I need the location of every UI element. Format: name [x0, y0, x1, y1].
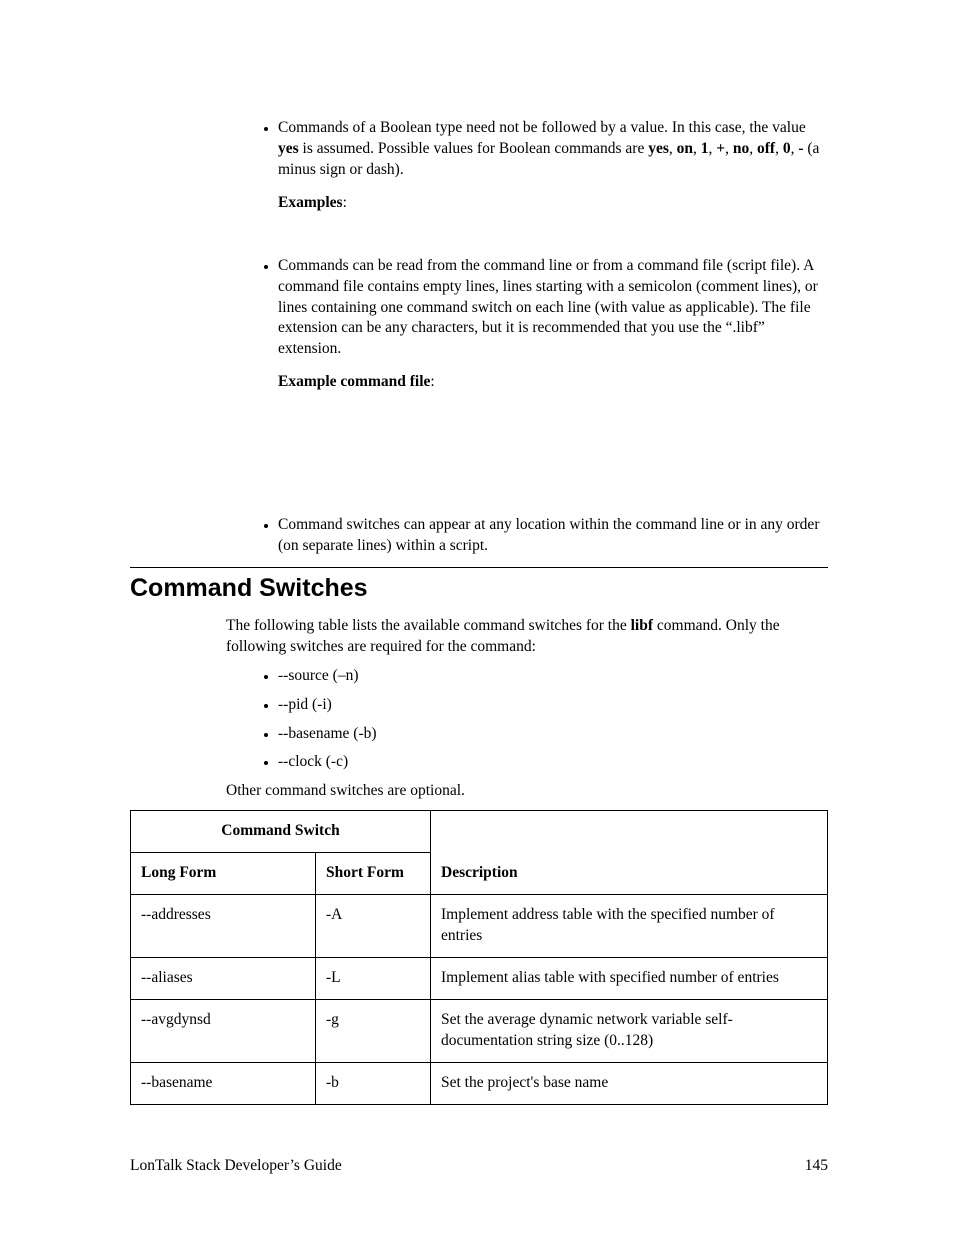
list-item: --source (–n) [278, 666, 828, 687]
text: , [725, 140, 733, 157]
cell-short: -L [316, 957, 431, 999]
text: 0 [783, 140, 791, 157]
top-bullet-list: Commands of a Boolean type need not be f… [130, 118, 828, 214]
page-footer: LonTalk Stack Developer’s Guide 145 [130, 1156, 828, 1177]
text: --clock (-c) [278, 753, 348, 770]
table-header-long: Long Form [131, 853, 316, 895]
spacer [130, 399, 828, 515]
table-row: --basename -b Set the project's base nam… [131, 1062, 828, 1104]
list-item: --basename (-b) [278, 724, 828, 745]
table-header-group: Command Switch [131, 811, 431, 853]
text: The following table lists the available … [226, 617, 631, 634]
text: on [677, 140, 693, 157]
cell-desc: Set the average dynamic network variable… [431, 999, 828, 1062]
text: , [775, 140, 783, 157]
cell-long: --basename [131, 1062, 316, 1104]
bullet-switch-order: Command switches can appear at any locat… [278, 515, 828, 557]
text: --basename (-b) [278, 725, 377, 742]
text: , [693, 140, 701, 157]
command-switch-table: Command Switch Description Long Form Sho… [130, 810, 828, 1104]
required-switch-list: --source (–n) --pid (-i) --basename (-b)… [130, 666, 828, 774]
text: off [757, 140, 775, 157]
list-item: --clock (-c) [278, 752, 828, 773]
examples-label: Examples [278, 194, 343, 211]
text: is assumed. Possible values for Boolean … [299, 140, 649, 157]
cell-desc: Implement alias table with specified num… [431, 957, 828, 999]
table-header-description: Description [431, 811, 828, 895]
cell-short: -g [316, 999, 431, 1062]
text: yes [278, 140, 299, 157]
table-row: --avgdynsd -g Set the average dynamic ne… [131, 999, 828, 1062]
text: --pid (-i) [278, 696, 332, 713]
text: no [733, 140, 749, 157]
footer-title: LonTalk Stack Developer’s Guide [130, 1156, 342, 1177]
bullet-command-file: Commands can be read from the command li… [278, 256, 828, 394]
cell-short: -b [316, 1062, 431, 1104]
text: libf [631, 617, 653, 634]
bullet-boolean-commands: Commands of a Boolean type need not be f… [278, 118, 828, 214]
cell-desc: Set the project's base name [431, 1062, 828, 1104]
text: yes [648, 140, 669, 157]
section-rule [130, 567, 828, 568]
top-bullet-list-3: Command switches can appear at any locat… [130, 515, 828, 557]
text: Commands of a Boolean type need not be f… [278, 119, 806, 136]
example-command-file-label: Example command file [278, 373, 430, 390]
text: , [749, 140, 757, 157]
text: Command switches can appear at any locat… [278, 516, 819, 554]
table-header-row-1: Command Switch Description [131, 811, 828, 853]
cell-short: -A [316, 895, 431, 958]
examples-label-block: Examples: [278, 193, 828, 214]
cell-long: --aliases [131, 957, 316, 999]
page: Commands of a Boolean type need not be f… [0, 0, 954, 1235]
table-header-short: Short Form [316, 853, 431, 895]
section-heading: Command Switches [130, 572, 828, 606]
footer-page-number: 145 [805, 1156, 828, 1177]
top-bullet-list-2: Commands can be read from the command li… [130, 256, 828, 394]
spacer [130, 220, 828, 256]
text: + [716, 140, 725, 157]
cell-desc: Implement address table with the specifi… [431, 895, 828, 958]
example-command-file-label-block: Example command file: [278, 372, 828, 393]
text: : [343, 194, 347, 211]
intro-paragraph: The following table lists the available … [226, 616, 828, 658]
text: Commands can be read from the command li… [278, 257, 818, 358]
text: , [669, 140, 677, 157]
cell-long: --avgdynsd [131, 999, 316, 1062]
text: --source (–n) [278, 667, 358, 684]
list-item: --pid (-i) [278, 695, 828, 716]
text: : [430, 373, 434, 390]
table-row: --aliases -L Implement alias table with … [131, 957, 828, 999]
cell-long: --addresses [131, 895, 316, 958]
text: 1 [701, 140, 709, 157]
optional-note: Other command switches are optional. [226, 781, 828, 802]
table-row: --addresses -A Implement address table w… [131, 895, 828, 958]
